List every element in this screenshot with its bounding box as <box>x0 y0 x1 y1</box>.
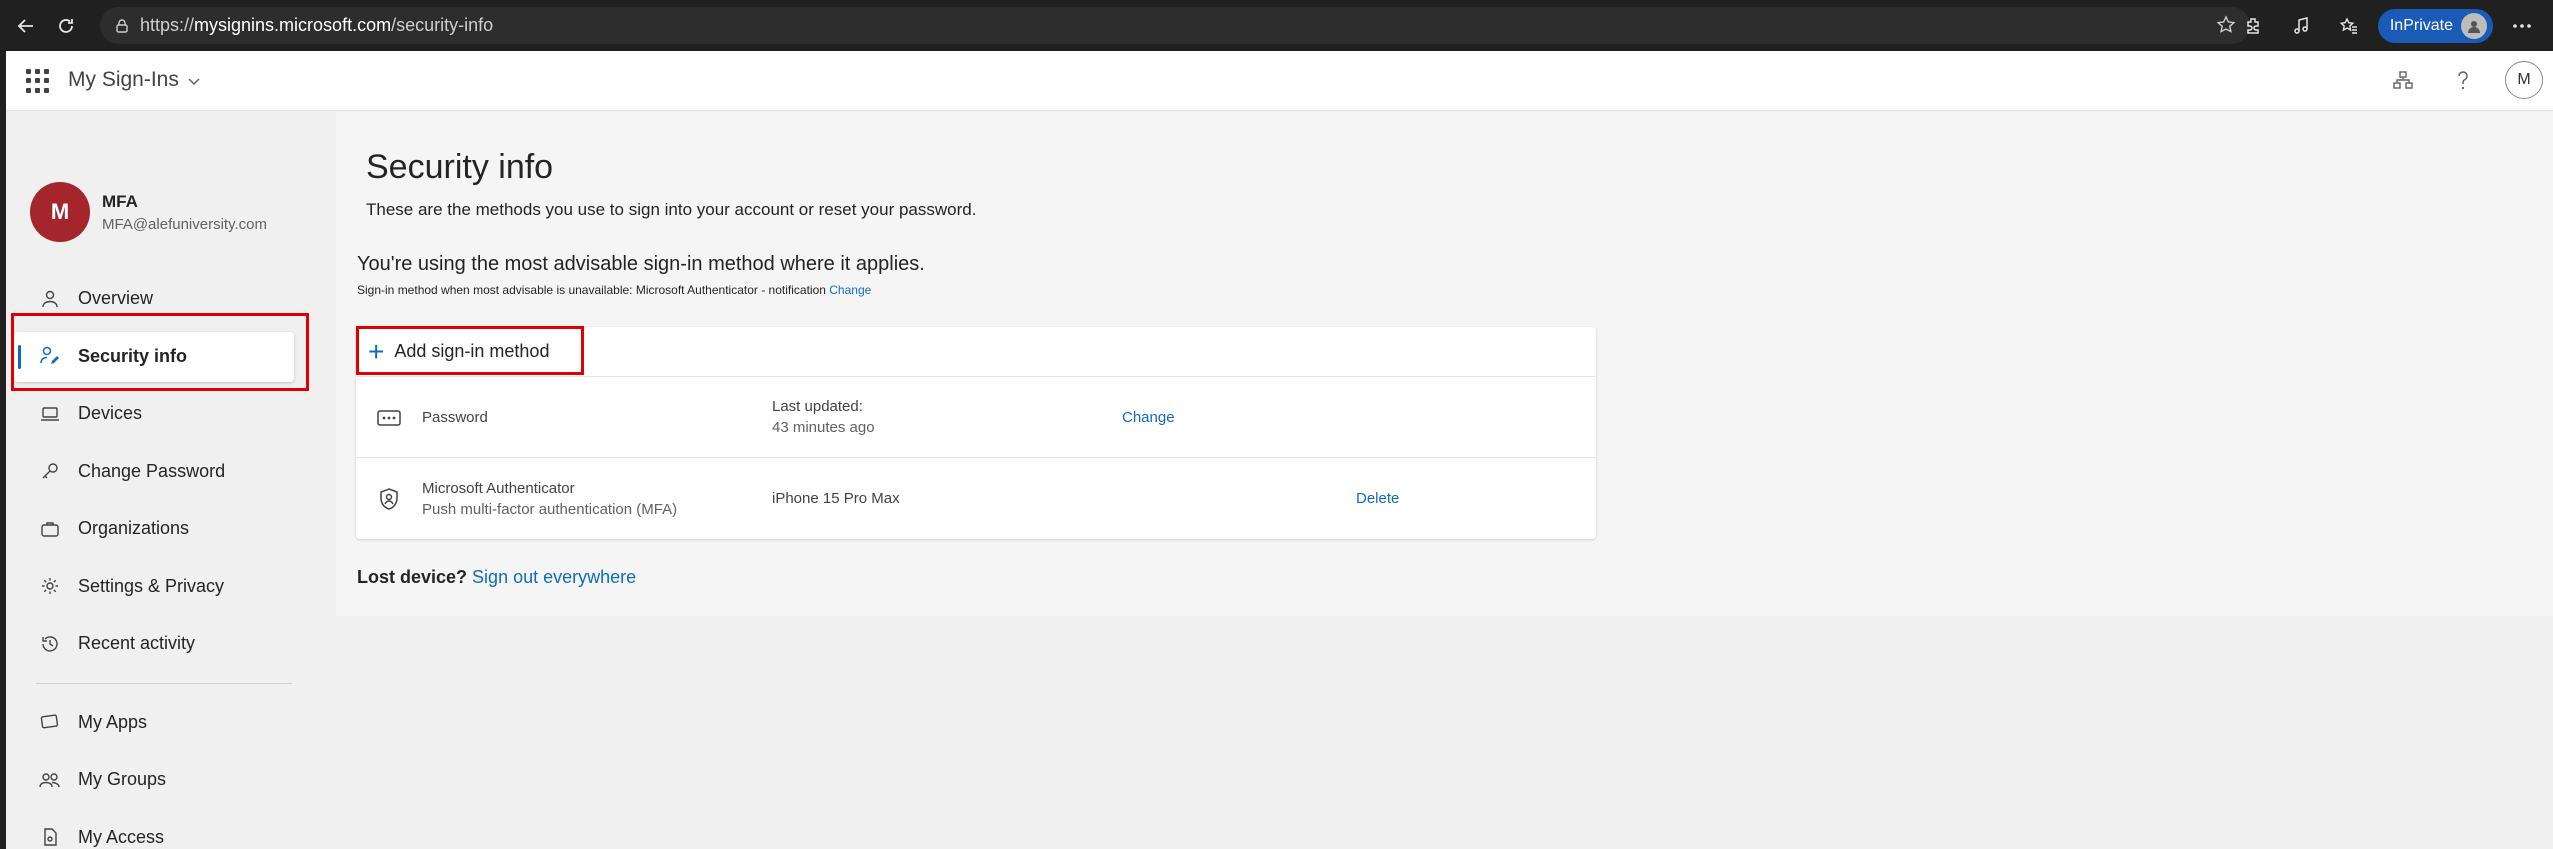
page-title: Security info <box>366 148 554 186</box>
default-method-change-link[interactable]: Change <box>829 283 871 297</box>
gear-icon <box>36 572 64 600</box>
key-icon <box>36 457 64 485</box>
password-icon <box>376 405 402 431</box>
header-actions: M <box>2385 61 2543 99</box>
url-path: /security-info <box>391 15 494 35</box>
advise-subtitle-text: Sign-in method when most advisable is un… <box>357 283 826 297</box>
sign-out-everywhere-link[interactable]: Sign out everywhere <box>472 567 636 587</box>
groups-icon <box>36 766 64 794</box>
access-icon <box>36 823 64 849</box>
user-name: MFA <box>102 191 138 211</box>
favorites-icon[interactable] <box>2330 7 2368 45</box>
sidebar-item-my-groups[interactable]: My Groups <box>6 751 336 809</box>
user-avatar: M <box>30 182 90 242</box>
app-title-switcher[interactable]: My Sign-Ins <box>68 68 201 92</box>
laptop-icon <box>36 400 64 428</box>
apps-icon <box>36 708 64 736</box>
inprivate-label: InPrivate <box>2389 16 2453 34</box>
media-icon[interactable] <box>2282 7 2320 45</box>
method-detail-label: Last updated: <box>772 398 863 415</box>
sidebar-divider <box>36 682 292 684</box>
sidebar-item-label: Overview <box>78 288 154 309</box>
lost-device-section: Lost device? Sign out everywhere <box>357 567 636 588</box>
advise-subtitle: Sign-in method when most advisable is un… <box>357 283 871 297</box>
method-detail-value: 43 minutes ago <box>772 419 875 436</box>
refresh-icon[interactable] <box>46 6 86 46</box>
more-options-icon[interactable] <box>2503 7 2541 45</box>
inprivate-button[interactable]: InPrivate <box>2377 8 2493 43</box>
authenticator-icon <box>376 486 402 512</box>
person-icon <box>36 285 64 313</box>
sidebar-item-label: Recent activity <box>78 633 196 654</box>
app-launcher-icon[interactable] <box>26 69 50 93</box>
sidebar-item-my-apps[interactable]: My Apps <box>6 694 336 752</box>
org-chart-icon[interactable] <box>2385 62 2421 98</box>
app-title: My Sign-Ins <box>68 68 179 91</box>
sidebar-item-label: Settings & Privacy <box>78 575 225 596</box>
sidebar-item-recent-activity[interactable]: Recent activity <box>6 615 336 673</box>
sidebar-item-label: My Apps <box>78 711 148 732</box>
back-icon[interactable] <box>6 6 46 46</box>
chevron-down-icon <box>187 68 201 92</box>
highlight-box-security-info <box>11 313 309 391</box>
sidebar-item-change-password[interactable]: Change Password <box>6 443 336 501</box>
sidebar-item-organizations[interactable]: Organizations <box>6 500 336 558</box>
method-device-name: iPhone 15 Pro Max <box>772 490 900 507</box>
highlight-box-add-method <box>356 326 584 375</box>
user-email: MFA@alefuniversity.com <box>102 215 267 233</box>
sidebar-item-devices[interactable]: Devices <box>6 385 336 443</box>
sidebar-item-my-access[interactable]: My Access <box>6 809 336 849</box>
app-header: My Sign-Ins M <box>6 51 2553 111</box>
main-content: Security info These are the methods you … <box>336 112 2553 616</box>
sidebar-item-label: Change Password <box>78 460 226 481</box>
advise-title: You're using the most advisable sign-in … <box>357 253 925 275</box>
method-name: Password <box>422 409 488 426</box>
sidebar-item-settings-privacy[interactable]: Settings & Privacy <box>6 558 336 616</box>
sidebar: M MFA MFA@alefuniversity.com Overview Se… <box>6 112 336 849</box>
method-subtitle: Push multi-factor authentication (MFA) <box>422 501 678 518</box>
browser-toolbar-right: InPrivate <box>2234 0 2553 51</box>
history-icon <box>36 630 64 658</box>
lock-icon[interactable] <box>114 18 130 34</box>
account-avatar[interactable]: M <box>2505 61 2543 99</box>
profile-picture-icon <box>2461 12 2487 39</box>
url-prefix: https:// <box>140 15 195 35</box>
user-profile: M MFA MFA@alefuniversity.com <box>30 182 267 242</box>
help-icon[interactable] <box>2445 62 2481 98</box>
sidebar-item-label: Organizations <box>78 518 190 539</box>
sidebar-item-label: My Access <box>78 826 165 847</box>
method-name: Microsoft Authenticator <box>422 480 575 497</box>
method-row-authenticator: Microsoft Authenticator Push multi-facto… <box>356 458 1596 539</box>
lost-device-label: Lost device? <box>357 567 468 587</box>
extensions-icon[interactable] <box>2234 7 2272 45</box>
page-description: These are the methods you use to sign in… <box>366 200 977 219</box>
briefcase-icon <box>36 515 64 543</box>
sidebar-item-label: Devices <box>78 403 143 424</box>
password-change-link[interactable]: Change <box>1122 409 1175 426</box>
method-row-password: Password Last updated: 43 minutes ago Ch… <box>356 377 1596 458</box>
sidebar-item-label: My Groups <box>78 769 167 790</box>
url-host: mysignins.microsoft.com <box>194 15 392 35</box>
authenticator-delete-link[interactable]: Delete <box>1356 490 1399 507</box>
address-bar[interactable]: https://mysignins.microsoft.com/security… <box>100 7 2250 44</box>
